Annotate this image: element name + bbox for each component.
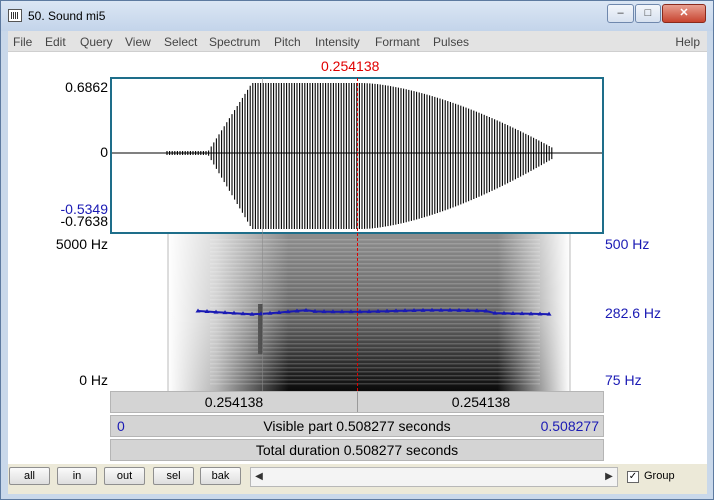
close-button[interactable]: ✕ bbox=[662, 4, 706, 23]
menu-bar: File Edit Query View Select Spectrum Pit… bbox=[8, 31, 707, 52]
zoom-sel-button[interactable]: sel bbox=[153, 467, 194, 485]
waveform-max-label: 0.6862 bbox=[65, 79, 108, 95]
right-time-segment[interactable]: 0.254138 bbox=[358, 392, 604, 412]
zoom-all-button[interactable]: all bbox=[9, 467, 50, 485]
cursor-line[interactable] bbox=[357, 78, 358, 391]
menu-edit[interactable]: Edit bbox=[45, 35, 66, 49]
menu-view[interactable]: View bbox=[125, 35, 151, 49]
pitch-max-label: 500 Hz bbox=[605, 236, 650, 252]
group-label: Group bbox=[644, 470, 675, 482]
praat-app-icon bbox=[8, 9, 22, 22]
visible-part-bar[interactable]: 0 Visible part 0.508277 seconds 0.508277 bbox=[110, 415, 604, 437]
zoom-back-button[interactable]: bak bbox=[200, 467, 241, 485]
scroll-right-arrow-icon[interactable]: ▶ bbox=[603, 470, 615, 484]
waveform-min-label: -0.7638 bbox=[60, 213, 108, 229]
maximize-button[interactable]: □ bbox=[635, 4, 661, 23]
menu-pitch[interactable]: Pitch bbox=[274, 35, 301, 49]
menu-spectrum[interactable]: Spectrum bbox=[209, 35, 260, 49]
time-split-bar[interactable]: 0.254138 0.254138 bbox=[110, 391, 604, 413]
zoom-out-button[interactable]: out bbox=[104, 467, 145, 485]
menu-formant[interactable]: Formant bbox=[375, 35, 420, 49]
title-bar: 50. Sound mi5 – □ ✕ bbox=[1, 1, 713, 31]
menu-file[interactable]: File bbox=[13, 35, 32, 49]
waveform-zero-label: 0 bbox=[100, 144, 108, 160]
spectrogram-max-freq: 5000 Hz bbox=[55, 236, 108, 252]
pitch-min-label: 75 Hz bbox=[605, 372, 642, 388]
zoom-in-button[interactable]: in bbox=[57, 467, 97, 485]
scroll-left-arrow-icon[interactable]: ◀ bbox=[253, 470, 265, 484]
group-checkbox[interactable]: ✓ bbox=[627, 471, 639, 483]
total-duration-text: Total duration 0.508277 seconds bbox=[255, 442, 459, 458]
menu-pulses[interactable]: Pulses bbox=[433, 35, 469, 49]
spectrogram-min-freq: 0 Hz bbox=[79, 372, 108, 388]
menu-help[interactable]: Help bbox=[675, 35, 700, 49]
left-time-segment[interactable]: 0.254138 bbox=[111, 392, 357, 412]
total-duration-bar[interactable]: Total duration 0.508277 seconds bbox=[110, 439, 604, 461]
visible-part-text: Visible part 0.508277 seconds bbox=[263, 418, 451, 434]
menu-select[interactable]: Select bbox=[164, 35, 197, 49]
cursor-time-label: 0.254138 bbox=[321, 58, 380, 74]
menu-query[interactable]: Query bbox=[80, 35, 113, 49]
window-title: 50. Sound mi5 bbox=[28, 9, 106, 23]
pitch-cursor-value: 282.6 Hz bbox=[605, 305, 662, 321]
selection-marker-line bbox=[262, 78, 263, 391]
visible-end-time: 0.508277 bbox=[540, 418, 599, 434]
minimize-button[interactable]: – bbox=[607, 4, 634, 23]
menu-intensity[interactable]: Intensity bbox=[315, 35, 360, 49]
time-scrollbar[interactable]: ◀ ▶ bbox=[250, 467, 618, 487]
